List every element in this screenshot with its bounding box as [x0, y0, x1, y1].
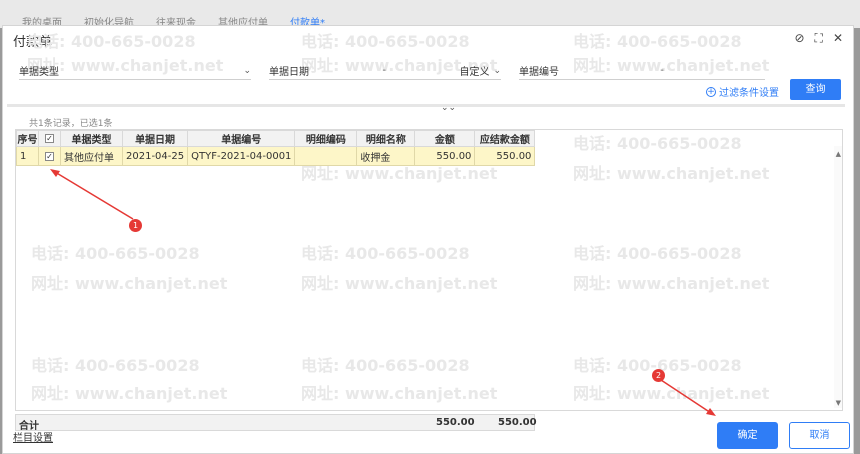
arrow-2-head	[706, 408, 716, 416]
annotation-badge-2: 2	[652, 369, 665, 382]
annotation-badge-1: 1	[129, 219, 142, 232]
arrow-1-line	[54, 171, 134, 220]
arrow-1-head	[50, 169, 60, 177]
arrow-2-line	[660, 379, 712, 414]
